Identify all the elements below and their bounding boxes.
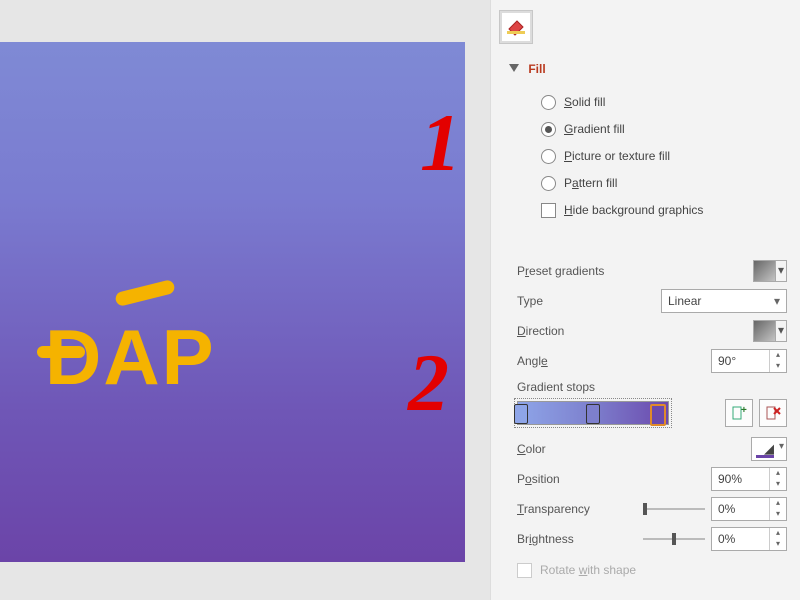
radio-picture-fill[interactable]: Picture or texture fill — [541, 144, 791, 168]
brightness-input[interactable]: 0% ▴▾ — [711, 527, 787, 551]
paint-bucket-icon: ◢ — [764, 441, 774, 457]
position-value: 90% — [712, 472, 769, 486]
brightness-slider[interactable] — [643, 531, 705, 547]
gradient-stops-bar[interactable] — [517, 401, 669, 425]
type-label: Type — [517, 294, 543, 308]
radio-label: radient fill — [573, 122, 624, 136]
slide-text: DAP — [45, 312, 216, 403]
transparency-slider[interactable] — [643, 501, 705, 517]
brightness-value: 0% — [712, 532, 769, 546]
angle-label: Angle — [517, 354, 548, 368]
preset-gradients-picker[interactable]: ▾ — [753, 260, 787, 282]
radio-icon — [541, 122, 556, 137]
slide-preview: DAP — [0, 42, 465, 562]
gradient-stop-3-selected[interactable] — [650, 404, 666, 426]
checkbox-hide-background[interactable]: Hide background graphics — [541, 198, 791, 222]
format-background-panel: Fill Solid fill Gradient fill Picture or… — [490, 0, 800, 600]
position-input[interactable]: 90% ▴▾ — [711, 467, 787, 491]
svg-text:+: + — [741, 405, 747, 416]
spin-up-icon[interactable]: ▴ — [770, 350, 786, 361]
spin-down-icon[interactable]: ▾ — [770, 361, 786, 372]
angle-value: 90° — [712, 354, 769, 368]
radio-icon — [541, 176, 556, 191]
fill-tool-button[interactable] — [499, 10, 533, 44]
direction-label: Direction — [517, 324, 564, 338]
type-value: Linear — [668, 294, 701, 308]
spin-up-icon[interactable]: ▴ — [770, 498, 786, 509]
radio-label: olid fill — [572, 95, 605, 109]
radio-solid-fill[interactable]: Solid fill — [541, 90, 791, 114]
annotation-2: 2 — [408, 336, 449, 430]
radio-icon — [541, 95, 556, 110]
checkbox-icon — [541, 203, 556, 218]
radio-pattern-fill[interactable]: Pattern fill — [541, 171, 791, 195]
paint-bucket-icon — [503, 13, 529, 39]
type-dropdown[interactable]: Linear ▾ — [661, 289, 787, 313]
angle-input[interactable]: 90° ▴▾ — [711, 349, 787, 373]
checkbox-icon — [517, 563, 532, 578]
spin-up-icon[interactable]: ▴ — [770, 528, 786, 539]
position-label: Position — [517, 472, 560, 486]
add-gradient-stop-button[interactable]: + — [725, 399, 753, 427]
remove-stop-icon — [765, 405, 781, 421]
chevron-down-icon: ▾ — [774, 294, 780, 308]
chevron-down-icon: ▾ — [779, 441, 784, 452]
remove-gradient-stop-button[interactable] — [759, 399, 787, 427]
transparency-label: Transparency — [517, 502, 590, 516]
gradient-stop-2[interactable] — [586, 404, 600, 424]
checkbox-rotate-with-shape: Rotate with shape — [517, 558, 787, 582]
color-label: Color — [517, 442, 546, 456]
collapse-triangle-icon — [509, 64, 519, 72]
radio-icon — [541, 149, 556, 164]
checkbox-label: ide background graphics — [573, 203, 704, 217]
fill-header-label: Fill — [528, 62, 545, 76]
direction-picker[interactable]: ▾ — [753, 320, 787, 342]
radio-label: icture or texture fill — [572, 149, 670, 163]
spin-down-icon[interactable]: ▾ — [770, 539, 786, 550]
color-picker-button[interactable]: ◢ ▾ — [751, 437, 787, 461]
gradient-stops-label: Gradient stops — [517, 380, 595, 394]
spin-up-icon[interactable]: ▴ — [770, 468, 786, 479]
transparency-value: 0% — [712, 502, 769, 516]
annotation-1: 1 — [420, 96, 461, 190]
gradient-stop-1[interactable] — [514, 404, 528, 424]
spin-down-icon[interactable]: ▾ — [770, 479, 786, 490]
add-stop-icon: + — [731, 405, 747, 421]
preset-gradients-label: Preset gradients — [517, 264, 604, 278]
radio-label: ttern fill — [579, 176, 618, 190]
brightness-label: Brightness — [517, 532, 574, 546]
radio-gradient-fill[interactable]: Gradient fill — [541, 117, 791, 141]
spin-down-icon[interactable]: ▾ — [770, 509, 786, 520]
fill-section-header[interactable]: Fill — [509, 62, 546, 76]
transparency-input[interactable]: 0% ▴▾ — [711, 497, 787, 521]
